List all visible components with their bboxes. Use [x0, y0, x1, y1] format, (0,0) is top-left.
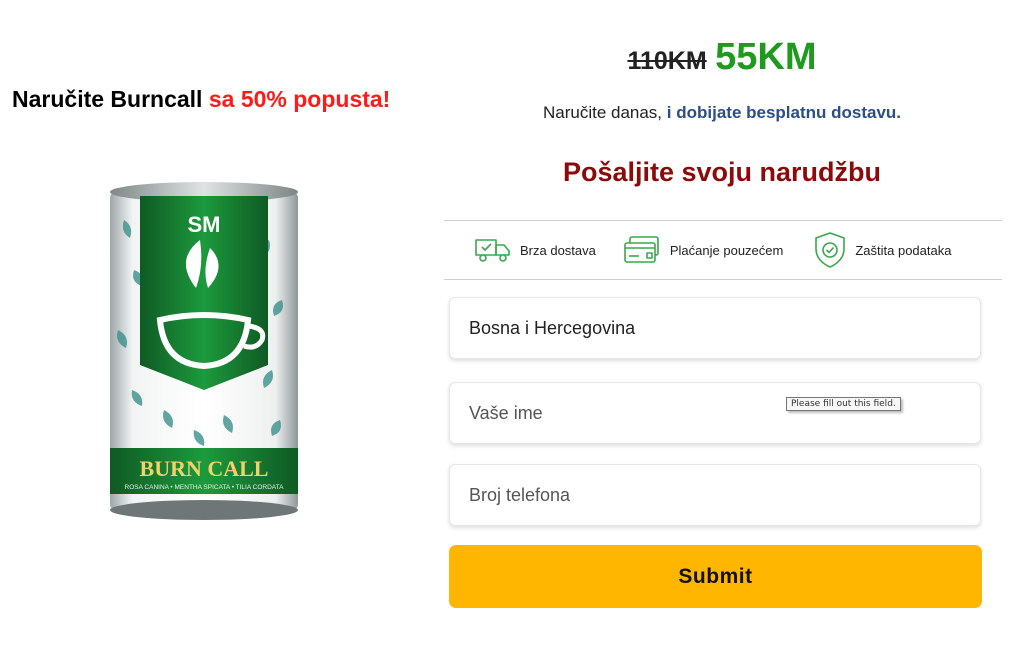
product-can-icon: SM BURN CALL ROSA CANINA • MENTHA SPICAT… [110, 182, 298, 520]
feature-label: Brza dostava [520, 242, 596, 258]
feature-label: Plaćanje pouzećem [669, 242, 784, 258]
form-title: Pošaljite svoju narudžbu [562, 157, 882, 187]
shield-check-icon [815, 232, 846, 268]
delivery-note-prefix: Naručite danas, [542, 103, 663, 122]
old-price: 110KM [627, 47, 707, 75]
delivery-truck-icon [475, 239, 510, 262]
svg-text:ROSA CANINA • MENTHA SPICATA •: ROSA CANINA • MENTHA SPICATA • TILIA COR… [125, 484, 285, 491]
feature-cash-on-delivery: Plaćanje pouzećem [622, 235, 783, 265]
svg-text:BURN CALL: BURN CALL [140, 456, 269, 481]
phone-field[interactable] [449, 464, 981, 526]
svg-text:SM: SM [188, 212, 221, 237]
price-row: 110KM 55KM [444, 36, 1000, 79]
headline-product-text: Naručite Burncall [12, 86, 203, 112]
promo-headline: Naručite Burncall sa 50% popusta! [12, 86, 390, 113]
feature-fast-delivery: Brza dostava [474, 236, 596, 264]
name-field[interactable] [449, 382, 981, 444]
delivery-note: Naručite danas, i dobijate besplatnu dos… [444, 103, 1000, 123]
new-price: 55KM [715, 36, 817, 78]
country-field[interactable] [449, 297, 981, 359]
product-image: SM BURN CALL ROSA CANINA • MENTHA SPICAT… [104, 180, 304, 525]
headline-discount-text: sa 50% popusta! [208, 86, 391, 112]
delivery-note-highlight: i dobijate besplatnu dostavu. [666, 103, 902, 122]
feature-data-protection: Zaštita podataka [813, 231, 951, 269]
submit-button[interactable]: Submit [449, 545, 982, 608]
validation-tooltip: Please fill out this field. [786, 397, 901, 411]
features-bar: Brza dostava Plaćanje pouzećem Zaštita p… [444, 220, 1002, 280]
feature-label: Zaštita podataka [855, 242, 952, 258]
credit-card-icon [624, 236, 659, 263]
